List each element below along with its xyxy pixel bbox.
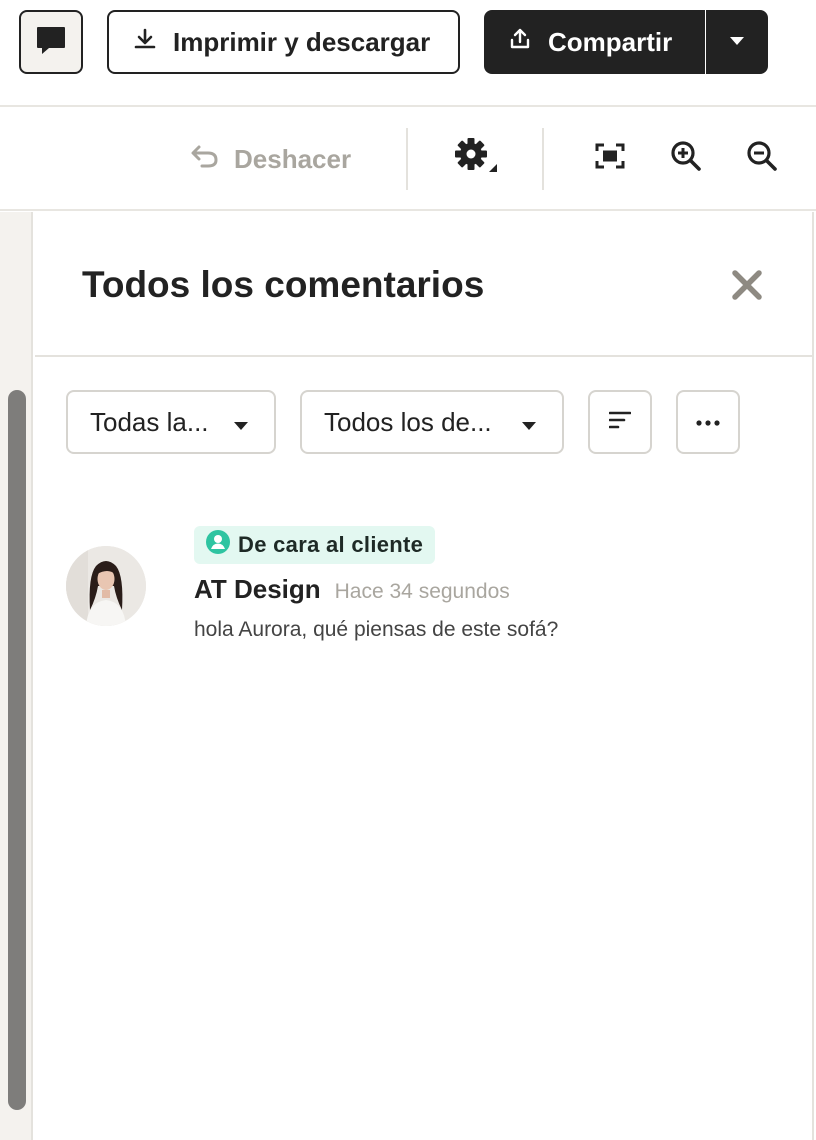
scope-filter-value: Todos los de...: [324, 406, 492, 437]
comment-text: hola Aurora, qué piensas de este sofá?: [194, 618, 559, 641]
top-bar: Imprimir y descargar Compartir: [0, 0, 816, 107]
undo-icon: [190, 143, 220, 176]
more-icon: [696, 413, 720, 431]
toolbar-divider: [406, 128, 408, 190]
toolbar-divider: [542, 128, 544, 190]
print-download-button[interactable]: Imprimir y descargar: [107, 10, 460, 74]
comment-meta: AT Design Hace 34 segundos: [194, 574, 510, 605]
comment-icon: [35, 25, 67, 60]
visibility-filter-select[interactable]: Todas la...: [66, 390, 276, 454]
download-icon: [133, 27, 157, 58]
panel-header: Todos los comentarios: [35, 212, 814, 357]
comments-toggle-button[interactable]: [19, 10, 83, 74]
scope-filter-select[interactable]: Todos los de...: [300, 390, 564, 454]
undo-button[interactable]: Deshacer: [190, 142, 351, 176]
undo-label: Deshacer: [234, 143, 352, 174]
avatar: [66, 546, 146, 626]
chevron-down-icon: [522, 407, 536, 438]
comment-timestamp: Hace 34 segundos: [334, 580, 510, 603]
settings-button[interactable]: [453, 137, 501, 176]
zoom-out-button[interactable]: [744, 140, 780, 176]
sort-icon: [608, 410, 632, 435]
more-options-button[interactable]: [676, 390, 740, 454]
comments-panel: Todos los comentarios Todas la... Todos …: [35, 212, 814, 1140]
badge-label: De cara al cliente: [238, 532, 424, 557]
visibility-filter-value: Todas la...: [90, 406, 209, 437]
fit-screen-icon: [594, 142, 626, 175]
panel-title: Todos los comentarios: [82, 264, 485, 305]
print-download-label: Imprimir y descargar: [173, 26, 431, 57]
zoom-in-button[interactable]: [668, 140, 704, 176]
chevron-down-icon: [234, 407, 248, 438]
close-icon: [727, 270, 767, 309]
share-label: Compartir: [548, 26, 673, 57]
visibility-badge: De cara al cliente: [194, 526, 436, 564]
scrollbar-thumb[interactable]: [8, 390, 26, 1110]
upload-icon: [508, 27, 532, 58]
zoom-in-icon: [670, 140, 702, 177]
fit-screen-button[interactable]: [592, 140, 628, 176]
sort-button[interactable]: [588, 390, 652, 454]
caret-down-icon: [729, 33, 745, 51]
editor-toolbar: Deshacer: [0, 108, 816, 211]
zoom-out-icon: [746, 140, 778, 177]
share-button[interactable]: Compartir: [484, 10, 705, 74]
user-icon: [206, 530, 230, 560]
comment-author: AT Design: [194, 574, 321, 604]
gear-icon: [453, 136, 501, 181]
close-panel-button[interactable]: [727, 265, 767, 305]
share-options-button[interactable]: [706, 10, 768, 74]
